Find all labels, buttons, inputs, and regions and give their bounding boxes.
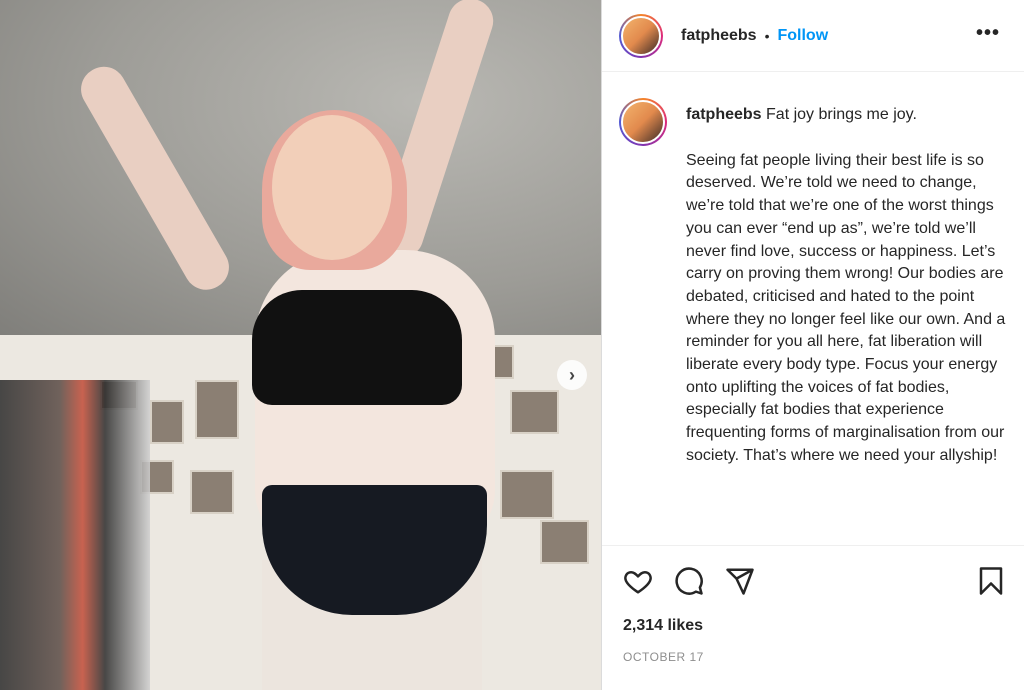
- next-photo-button[interactable]: ›: [557, 360, 587, 390]
- share-icon[interactable]: [725, 566, 755, 596]
- more-options-icon[interactable]: •••: [976, 22, 1000, 45]
- post-header: fatpheebs • Follow •••: [602, 0, 1024, 72]
- person-head: [272, 115, 392, 260]
- follow-button[interactable]: Follow: [777, 27, 828, 45]
- caption-username-link[interactable]: fatpheebs: [686, 106, 762, 123]
- wall-picture: [195, 380, 239, 439]
- caption-body: Seeing fat people living their best life…: [686, 151, 1006, 464]
- post-photo[interactable]: ›: [0, 0, 601, 690]
- wall-picture: [510, 390, 559, 434]
- caption-avatar[interactable]: [619, 98, 667, 146]
- clothing-rack: [0, 380, 150, 690]
- person-bra: [252, 290, 462, 405]
- post-date[interactable]: OCTOBER 17: [623, 650, 704, 664]
- bookmark-icon[interactable]: [976, 566, 1006, 596]
- wall-picture: [150, 400, 184, 444]
- avatar-image: [621, 15, 661, 56]
- post-actions: 2,314 likes OCTOBER 17: [602, 545, 1024, 691]
- heart-icon[interactable]: [623, 566, 653, 596]
- wall-picture: [500, 470, 554, 519]
- post-sidebar: fatpheebs • Follow ••• fatpheebs Fat joy…: [601, 0, 1024, 690]
- avatar[interactable]: [619, 13, 663, 58]
- chevron-right-icon: ›: [569, 364, 575, 385]
- wall-picture: [540, 520, 589, 564]
- separator-dot: •: [764, 27, 770, 44]
- likes-count[interactable]: 2,314 likes: [623, 617, 703, 635]
- avatar-image: [621, 100, 665, 144]
- username-link[interactable]: fatpheebs: [681, 27, 757, 45]
- caption-first-line: Fat joy brings me joy.: [766, 106, 917, 123]
- caption-text: fatpheebs Fat joy brings me joy. Seeing …: [686, 104, 1016, 468]
- wall-picture: [190, 470, 234, 514]
- comment-icon[interactable]: [674, 566, 704, 596]
